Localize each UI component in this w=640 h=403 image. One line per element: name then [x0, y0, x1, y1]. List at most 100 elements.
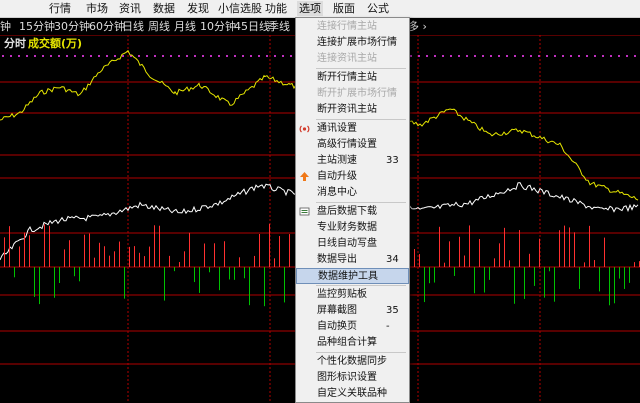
up-bar — [569, 227, 570, 267]
menu-separator — [316, 285, 406, 286]
period-tab[interactable]: 钟 — [0, 19, 11, 34]
menu-discover[interactable]: 发现 — [185, 1, 211, 16]
marker-dot — [266, 55, 268, 57]
down-bar — [59, 267, 60, 283]
period-tab[interactable]: 45日线 — [234, 19, 270, 34]
down-bar — [74, 267, 75, 277]
up-bar — [499, 243, 500, 267]
period-tab[interactable]: 日线 — [122, 19, 144, 34]
up-bar — [84, 234, 85, 267]
menu-item[interactable]: 数据导出 34 — [296, 252, 409, 268]
down-bar — [164, 267, 165, 301]
menu-item[interactable]: 主站测速 33 — [296, 153, 409, 169]
menu-item[interactable]: 断开资讯主站 — [296, 102, 409, 118]
menu-item-label: 连接扩展市场行情 — [317, 37, 397, 48]
up-bar — [44, 224, 45, 267]
marker-dot — [538, 55, 540, 57]
marker-dot — [618, 55, 620, 57]
down-bar — [14, 267, 15, 278]
up-bar — [104, 246, 105, 267]
menu-separator — [316, 202, 406, 203]
marker-dot — [26, 55, 28, 57]
menu-options[interactable]: 选项 — [297, 1, 323, 16]
menu-formula[interactable]: 公式 — [365, 1, 391, 16]
up-bar — [29, 235, 30, 267]
down-bar — [534, 267, 535, 286]
menu-quotes[interactable]: 行情 — [47, 1, 73, 16]
marker-dot — [490, 55, 492, 57]
up-bar — [149, 246, 150, 267]
up-bar — [94, 257, 95, 267]
up-bar — [419, 254, 420, 267]
marker-dot — [58, 55, 60, 57]
down-bar — [489, 267, 490, 280]
menu-functions[interactable]: 功能 — [263, 1, 289, 16]
menu-item-label: 连接行情主站 — [317, 21, 377, 32]
menu-item[interactable]: 通讯设置 — [296, 121, 409, 137]
menu-item[interactable]: 盘后数据下载 — [296, 204, 409, 220]
menu-item[interactable]: 专业财务数据 — [296, 220, 409, 236]
menu-separator — [316, 68, 406, 69]
menu-item[interactable]: 个性化数据同步 — [296, 354, 409, 370]
period-tab[interactable]: 周线 — [148, 19, 170, 34]
down-bar — [79, 267, 80, 282]
marker-dot — [74, 55, 76, 57]
marker-dot — [546, 55, 548, 57]
up-bar — [144, 256, 145, 267]
marker-dot — [114, 55, 116, 57]
period-tab[interactable]: 月线 — [174, 19, 196, 34]
up-bar — [574, 232, 575, 267]
menu-stock-picker[interactable]: 小信选股 — [216, 1, 264, 16]
down-bar — [234, 267, 235, 280]
menu-item[interactable]: 自动换页 - — [296, 319, 409, 335]
menu-news[interactable]: 资讯 — [117, 1, 143, 16]
menu-item[interactable]: 图形标识设置 — [296, 370, 409, 386]
down-bar — [474, 267, 475, 294]
marker-dot — [530, 55, 532, 57]
menu-market[interactable]: 市场 — [84, 1, 110, 16]
marker-dot — [210, 55, 212, 57]
marker-dot — [562, 55, 564, 57]
menu-item[interactable]: 自定义关联品种 — [296, 386, 409, 402]
up-bar — [89, 233, 90, 267]
marker-dot — [442, 55, 444, 57]
menu-item[interactable]: 断开行情主站 — [296, 70, 409, 86]
menu-item[interactable]: 数据维护工具 — [296, 268, 409, 284]
down-bar — [249, 267, 250, 306]
menu-item[interactable]: 自动升级 — [296, 169, 409, 185]
more-periods-link[interactable]: 多 › — [408, 19, 427, 34]
menu-item[interactable]: 高级行情设置 — [296, 137, 409, 153]
menu-item[interactable]: 消息中心 — [296, 185, 409, 201]
period-tab[interactable]: 60分钟 — [89, 19, 125, 34]
marker-dot — [66, 55, 68, 57]
marker-dot — [34, 55, 36, 57]
period-tab[interactable]: 15分钟 — [19, 19, 55, 34]
menu-item[interactable]: 监控剪贴板 — [296, 287, 409, 303]
menu-item-label: 监控剪贴板 — [317, 289, 367, 300]
menu-item: 断开扩展市场行情 — [296, 86, 409, 102]
menu-item-label: 自定义关联品种 — [317, 388, 387, 399]
menu-layout[interactable]: 版面 — [331, 1, 357, 16]
menu-item-shortcut: 33 — [386, 155, 399, 166]
down-bar — [484, 267, 485, 293]
period-tab[interactable]: 30分钟 — [54, 19, 90, 34]
menu-item: 连接行情主站 — [296, 19, 409, 35]
up-bar — [239, 257, 240, 267]
menu-item[interactable]: 屏幕截图 35 — [296, 303, 409, 319]
menu-item[interactable]: 品种组合计算 — [296, 335, 409, 351]
menu-item[interactable]: 连接扩展市场行情 — [296, 35, 409, 51]
period-tab[interactable]: 季线 — [268, 19, 290, 34]
down-bar — [284, 267, 285, 303]
marker-dot — [610, 55, 612, 57]
marker-dot — [146, 55, 148, 57]
menu-item-label: 图形标识设置 — [317, 372, 377, 383]
menu-data[interactable]: 数据 — [151, 1, 177, 16]
menu-item[interactable]: 日线自动写盘 — [296, 236, 409, 252]
marker-dot — [506, 55, 508, 57]
period-tab[interactable]: 10分钟 — [200, 19, 236, 34]
marker-dot — [466, 55, 468, 57]
marker-dot — [250, 55, 252, 57]
menu-item-label: 消息中心 — [317, 187, 357, 198]
down-bar — [609, 267, 610, 306]
down-bar — [199, 267, 200, 293]
